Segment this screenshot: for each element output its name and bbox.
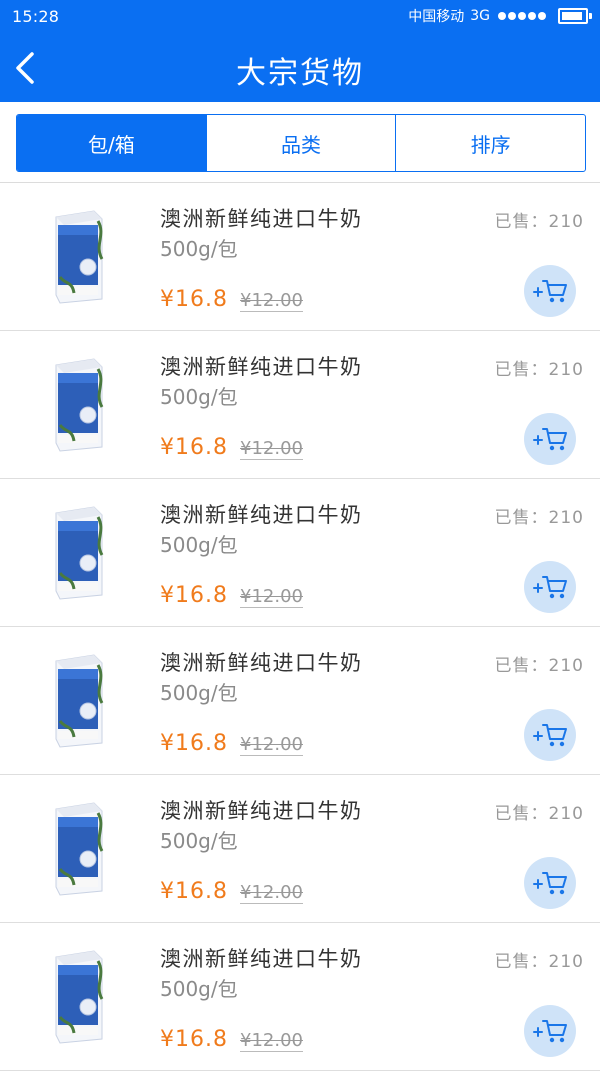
product-item[interactable]: 澳洲新鲜纯进口牛奶 500g/包 已售：210 ¥16.8 ¥12.00 [0, 183, 600, 331]
product-price: ¥16.8 [160, 583, 228, 608]
page-title: 大宗货物 [236, 56, 364, 91]
product-name: 澳洲新鲜纯进口牛奶 [160, 355, 363, 379]
add-to-cart-icon [533, 724, 567, 747]
add-to-cart-icon [533, 1020, 567, 1043]
product-spec: 500g/包 [160, 829, 238, 853]
product-spec: 500g/包 [160, 237, 238, 261]
original-price: ¥12.00 [240, 1030, 303, 1052]
product-item[interactable]: 澳洲新鲜纯进口牛奶 500g/包 已售：210 ¥16.8 ¥12.00 [0, 331, 600, 479]
status-right: 中国移动 3G [408, 6, 592, 26]
segment-category[interactable]: 品类 [207, 115, 397, 171]
original-price: ¥12.00 [240, 438, 303, 460]
network-label: 3G [470, 8, 490, 24]
product-item[interactable]: 澳洲新鲜纯进口牛奶 500g/包 已售：210 ¥16.8 ¥12.00 [0, 923, 600, 1071]
add-to-cart-button[interactable] [524, 561, 576, 613]
product-price: ¥16.8 [160, 879, 228, 904]
status-time: 15:28 [12, 7, 60, 26]
product-list: 澳洲新鲜纯进口牛奶 500g/包 已售：210 ¥16.8 ¥12.00 澳洲新… [0, 183, 600, 1071]
product-image [55, 950, 104, 1044]
product-item[interactable]: 澳洲新鲜纯进口牛奶 500g/包 已售：210 ¥16.8 ¥12.00 [0, 479, 600, 627]
sold-count: 已售：210 [494, 508, 584, 528]
original-price: ¥12.00 [240, 882, 303, 904]
segmented-control: 包/箱 品类 排序 [16, 114, 586, 172]
product-spec: 500g/包 [160, 533, 238, 557]
product-price: ¥16.8 [160, 731, 228, 756]
sold-count: 已售：210 [494, 804, 584, 824]
product-spec: 500g/包 [160, 681, 238, 705]
sold-count: 已售：210 [494, 212, 584, 232]
segment-sort[interactable]: 排序 [396, 115, 585, 171]
original-price: ¥12.00 [240, 586, 303, 608]
product-image [55, 210, 104, 304]
product-name: 澳洲新鲜纯进口牛奶 [160, 651, 363, 675]
status-bar: 15:28 中国移动 3G [0, 0, 600, 32]
product-name: 澳洲新鲜纯进口牛奶 [160, 947, 363, 971]
segment-package[interactable]: 包/箱 [17, 115, 207, 171]
sold-count: 已售：210 [494, 656, 584, 676]
product-spec: 500g/包 [160, 385, 238, 409]
signal-icon [498, 12, 546, 20]
product-price: ¥16.8 [160, 435, 228, 460]
carrier-label: 中国移动 [408, 9, 465, 25]
product-name: 澳洲新鲜纯进口牛奶 [160, 207, 363, 231]
sold-count: 已售：210 [494, 360, 584, 380]
product-name: 澳洲新鲜纯进口牛奶 [160, 503, 363, 527]
add-to-cart-icon [533, 872, 567, 895]
product-image [55, 358, 104, 452]
add-to-cart-icon [533, 576, 567, 599]
product-image [55, 802, 104, 896]
original-price: ¥12.00 [240, 734, 303, 756]
product-image [55, 654, 104, 748]
product-item[interactable]: 澳洲新鲜纯进口牛奶 500g/包 已售：210 ¥16.8 ¥12.00 [0, 775, 600, 923]
top-bar: 15:28 中国移动 3G 大宗货物 [0, 0, 600, 102]
product-item[interactable]: 澳洲新鲜纯进口牛奶 500g/包 已售：210 ¥16.8 ¥12.00 [0, 627, 600, 775]
add-to-cart-button[interactable] [524, 857, 576, 909]
sold-count: 已售：210 [494, 952, 584, 972]
product-name: 澳洲新鲜纯进口牛奶 [160, 799, 363, 823]
product-spec: 500g/包 [160, 977, 238, 1001]
add-to-cart-icon [533, 428, 567, 451]
product-image [55, 506, 104, 600]
filter-bar: 包/箱 品类 排序 [0, 102, 600, 183]
add-to-cart-button[interactable] [524, 709, 576, 761]
product-price: ¥16.8 [160, 287, 228, 312]
add-to-cart-button[interactable] [524, 413, 576, 465]
battery-icon [558, 8, 592, 24]
original-price: ¥12.00 [240, 290, 303, 312]
add-to-cart-button[interactable] [524, 265, 576, 317]
add-to-cart-button[interactable] [524, 1005, 576, 1057]
add-to-cart-icon [533, 280, 567, 303]
product-price: ¥16.8 [160, 1027, 228, 1052]
